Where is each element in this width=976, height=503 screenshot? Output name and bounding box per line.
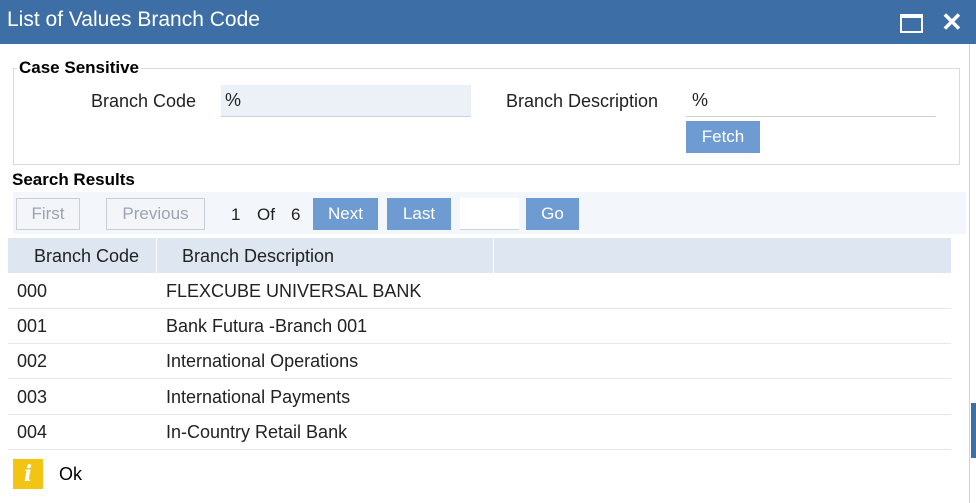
branch-code-cell: 000 [17,281,48,301]
fetch-button[interactable]: Fetch [686,121,760,153]
current-page-number: 1 [231,205,241,224]
first-page-button[interactable]: First [16,198,80,230]
column-header-branch-code[interactable]: Branch Code [8,238,157,273]
results-table-header: Branch Code Branch Description [8,238,951,273]
branch-description-cell: International Operations [166,351,359,371]
branch-description-input[interactable] [686,85,936,117]
close-button[interactable]: ✕ [938,7,964,37]
table-row[interactable]: 000 FLEXCUBE UNIVERSAL BANK [8,274,951,309]
branch-code-cell: 004 [17,422,48,442]
table-row[interactable]: 002 International Operations [8,344,951,379]
go-button[interactable]: Go [526,198,579,230]
ok-button[interactable]: Ok [59,464,82,485]
maximize-button[interactable] [898,10,924,36]
branch-description-cell: Bank Futura -Branch 001 [166,316,368,336]
case-sensitive-legend: Case Sensitive [19,58,140,77]
branch-code-cell: 003 [17,387,48,407]
close-icon: ✕ [941,7,963,37]
table-row[interactable]: 003 International Payments [8,380,951,415]
page-of-label: Of [257,205,275,224]
scrollbar-accent[interactable] [971,403,976,458]
total-pages-number: 6 [291,205,301,224]
branch-code-input[interactable] [221,85,471,117]
branch-code-label: Branch Code [91,91,197,111]
previous-page-button[interactable]: Previous [106,198,205,230]
maximize-icon [900,14,923,33]
branch-code-cell: 001 [17,316,48,336]
branch-description-cell: In-Country Retail Bank [166,422,348,442]
table-row[interactable]: 001 Bank Futura -Branch 001 [8,309,951,344]
column-header-branch-description[interactable]: Branch Description [157,238,494,273]
title-bar: List of Values Branch Code ✕ [0,0,976,44]
window-right-edge [969,44,976,503]
last-page-button[interactable]: Last [387,198,451,230]
next-page-button[interactable]: Next [313,198,378,230]
goto-page-input[interactable] [460,198,519,230]
table-row[interactable]: 004 In-Country Retail Bank [8,415,951,450]
branch-description-label: Branch Description [506,91,659,111]
branch-description-cell: FLEXCUBE UNIVERSAL BANK [166,281,422,301]
info-icon: i [13,459,43,489]
search-results-title: Search Results [12,170,135,189]
branch-code-cell: 002 [17,351,48,371]
window-title: List of Values Branch Code [7,8,260,31]
branch-description-cell: International Payments [166,387,351,407]
